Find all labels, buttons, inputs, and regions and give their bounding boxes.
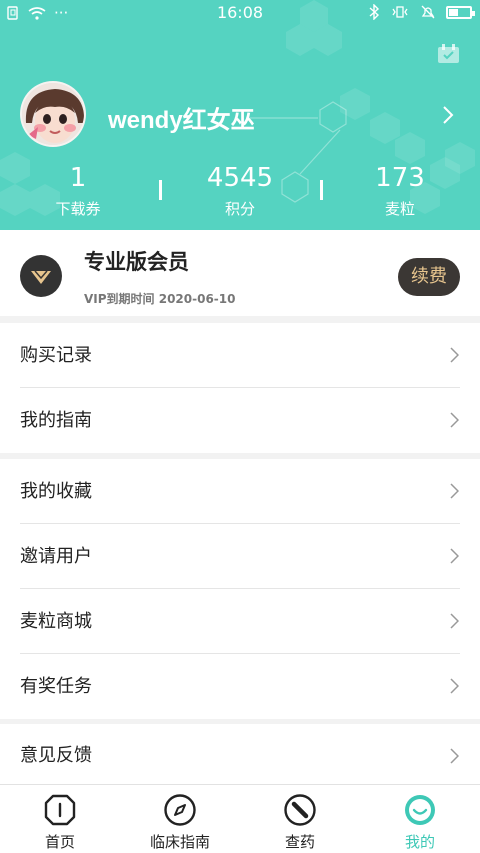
tab-label: 查药 bbox=[284, 833, 315, 851]
nfc-vibrate-icon bbox=[392, 6, 408, 18]
menu-item-label: 麦粒商城 bbox=[20, 611, 92, 632]
stat-value: 173 bbox=[375, 163, 425, 193]
stat-points[interactable]: 4545 积分 bbox=[175, 162, 305, 219]
compass-icon bbox=[164, 794, 196, 826]
menu-group-orders: 购买记录 我的指南 bbox=[0, 323, 480, 453]
mute-bell-icon bbox=[421, 5, 435, 19]
chevron-right-icon bbox=[450, 347, 459, 363]
menu-item-invite-users[interactable]: 邀请用户 bbox=[0, 524, 480, 589]
vip-badge bbox=[20, 255, 62, 297]
stat-label: 下载券 bbox=[55, 200, 101, 218]
menu-item-my-guide[interactable]: 我的指南 bbox=[0, 388, 480, 453]
menu-item-purchase-records[interactable]: 购买记录 bbox=[0, 323, 480, 388]
smile-icon bbox=[405, 795, 435, 825]
profile-header: ··· 16:08 wendy红女巫 1 下载券 4545 积分 173 麦粒 bbox=[0, 0, 480, 230]
menu-item-label: 我的指南 bbox=[20, 410, 92, 431]
tab-label: 临床指南 bbox=[149, 833, 210, 851]
menu-group-features: 我的收藏 邀请用户 麦粒商城 有奖任务 bbox=[0, 459, 480, 719]
diamond-icon bbox=[31, 270, 51, 284]
tab-mine[interactable]: 我的 bbox=[360, 785, 480, 853]
stat-label: 积分 bbox=[224, 200, 255, 218]
stat-value: 1 bbox=[69, 163, 87, 193]
menu-item-label: 邀请用户 bbox=[20, 546, 92, 567]
chevron-right-icon bbox=[450, 412, 459, 428]
menu-item-label: 购买记录 bbox=[20, 345, 92, 366]
menu-item-my-favorites[interactable]: 我的收藏 bbox=[0, 459, 480, 524]
bottom-tab-bar: 首页 临床指南 查药 我的 bbox=[0, 784, 480, 853]
menu-item-reward-tasks[interactable]: 有奖任务 bbox=[0, 654, 480, 719]
chevron-right-icon bbox=[450, 483, 459, 499]
stat-divider bbox=[320, 180, 323, 200]
tab-label: 我的 bbox=[404, 833, 435, 851]
vip-title: 专业版会员 bbox=[84, 250, 189, 274]
chevron-right-icon bbox=[450, 548, 459, 564]
menu-item-label: 有奖任务 bbox=[20, 676, 92, 697]
checkin-calendar-icon[interactable] bbox=[437, 43, 460, 64]
chevron-right-icon bbox=[450, 748, 459, 764]
menu-group-support: 意见反馈 bbox=[0, 724, 480, 784]
tab-label: 首页 bbox=[44, 833, 75, 851]
stat-label: 麦粒 bbox=[384, 200, 415, 218]
chevron-right-icon[interactable] bbox=[441, 104, 455, 126]
stat-download-coupons[interactable]: 1 下载券 bbox=[13, 162, 143, 219]
status-bar: ··· 16:08 bbox=[0, 0, 480, 26]
menu-item-label: 我的收藏 bbox=[20, 481, 92, 502]
tab-clinical-guide[interactable]: 临床指南 bbox=[120, 785, 240, 853]
menu-item-label: 意见反馈 bbox=[20, 745, 92, 766]
username[interactable]: wendy红女巫 bbox=[108, 100, 255, 135]
pill-icon bbox=[284, 794, 316, 826]
menu-item-feedback[interactable]: 意见反馈 bbox=[0, 724, 480, 784]
stat-divider bbox=[159, 180, 162, 200]
menu-item-maili-mall[interactable]: 麦粒商城 bbox=[0, 589, 480, 654]
vip-expire-date: VIP到期时间 2020-06-10 bbox=[84, 292, 236, 306]
tab-drug-lookup[interactable]: 查药 bbox=[240, 785, 360, 853]
bluetooth-icon bbox=[369, 4, 380, 20]
home-icon bbox=[44, 794, 76, 826]
chevron-right-icon bbox=[450, 613, 459, 629]
stat-value: 4545 bbox=[206, 163, 274, 193]
chevron-right-icon bbox=[450, 678, 459, 694]
stat-maili[interactable]: 173 麦粒 bbox=[335, 162, 465, 219]
avatar[interactable] bbox=[20, 81, 86, 147]
renew-button[interactable]: 续费 bbox=[398, 258, 460, 296]
battery-icon bbox=[446, 5, 475, 19]
tab-home[interactable]: 首页 bbox=[0, 785, 120, 853]
